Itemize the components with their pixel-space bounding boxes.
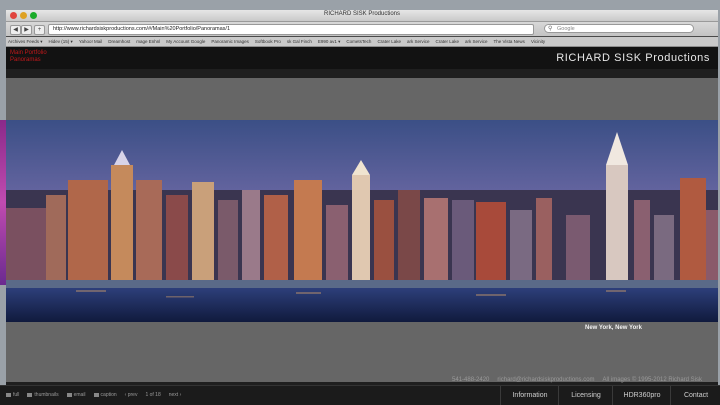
bookmark-item[interactable]: ark Service <box>407 37 430 46</box>
full-control[interactable]: full <box>6 392 19 398</box>
caption-label: caption <box>100 392 117 398</box>
bookmark-item[interactable]: ark Service <box>465 37 488 46</box>
site-bottom-bar: full thumbnails email caption ‹ prev 1 o… <box>0 385 720 405</box>
email-control[interactable]: email <box>66 392 86 398</box>
title-bar: RICHARD SISK Productions <box>6 10 718 22</box>
image-counter: 1 of 18 <box>145 392 161 398</box>
search-field[interactable]: ⚲ Google <box>544 24 694 33</box>
fullscreen-icon <box>6 392 11 397</box>
nav-information[interactable]: Information <box>500 386 559 405</box>
nav-licensing[interactable]: Licensing <box>558 386 613 405</box>
bookmarks-bar: Archives Feeds ▾ Hidev (15) ▾ Yahoo! Mail D… <box>6 37 718 47</box>
bookmark-item[interactable]: Hidev (15) ▾ <box>49 37 73 46</box>
footer-copyright: All images © 1995-2012 Richard Sisk <box>602 377 702 383</box>
footer-email-link[interactable]: richard@richardsiskproductions.com <box>497 377 594 383</box>
website-content: Main Portfolio Panoramas RICHARD SISK Pr… <box>6 47 718 404</box>
menu-link-panoramas[interactable]: Panoramas <box>10 57 41 63</box>
thumbnails-label: thumbnails <box>34 392 59 398</box>
site-footer-info: 541-488-2420 richard@richardsiskproducti… <box>452 377 702 383</box>
river <box>6 288 718 322</box>
browser-window: RICHARD SISK Productions ◀ ▶ + http://ww… <box>6 10 718 404</box>
prev-button[interactable]: ‹ prev <box>125 392 138 398</box>
back-button[interactable]: ◀ <box>10 25 21 35</box>
bookmark-item[interactable]: E990 av1 ▾ <box>318 37 341 46</box>
bookmark-item[interactable]: sk Gal Finch <box>287 37 312 46</box>
full-label: full <box>13 392 20 398</box>
menu-link-main-portfolio[interactable]: Main Portfolio <box>10 50 47 56</box>
bookmark-item[interactable]: Dreamhost <box>108 37 130 46</box>
email-label: email <box>73 392 86 398</box>
grid-icon <box>27 392 33 397</box>
photo-caption: New York, New York <box>585 325 642 331</box>
next-button[interactable]: next › <box>169 392 182 398</box>
bookmark-item[interactable]: My Account Google <box>166 37 205 46</box>
bookmark-item[interactable]: The Vista News <box>494 37 525 46</box>
thumbnails-control[interactable]: thumbnails <box>27 392 59 398</box>
bookmark-item[interactable]: Panoramic Images <box>211 37 249 46</box>
site-header: Main Portfolio Panoramas RICHARD SISK Pr… <box>6 47 718 69</box>
panorama-photo <box>6 120 718 322</box>
site-brand-logo[interactable]: RICHARD SISK Productions <box>556 52 710 64</box>
caption-control[interactable]: caption <box>93 392 117 398</box>
browser-toolbar: ◀ ▶ + http://www.richardsiskproductions.… <box>6 22 718 36</box>
forward-button[interactable]: ▶ <box>21 25 32 35</box>
desktop-edge-highlight <box>0 120 6 285</box>
caption-icon <box>93 392 99 397</box>
footer-phone: 541-488-2420 <box>452 377 490 383</box>
nav-hdr360pro[interactable]: HDR360pro <box>612 386 671 405</box>
search-placeholder: Google <box>557 26 575 32</box>
window-title: RICHARD SISK Productions <box>323 11 401 17</box>
bookmark-item[interactable]: Archives Feeds ▾ <box>8 37 43 46</box>
address-bar[interactable]: http://www.richardsiskproductions.com/#/… <box>48 24 534 35</box>
bookmark-item[interactable]: Crater Lake <box>377 37 401 46</box>
search-icon: ⚲ <box>548 26 553 32</box>
bookmark-item[interactable]: CometsTech <box>346 37 371 46</box>
bookmark-item[interactable]: Vicinity <box>531 37 545 46</box>
gallery-controls: full thumbnails email caption ‹ prev 1 o… <box>6 392 181 398</box>
gray-band-bottom <box>6 322 718 382</box>
add-bookmark-button[interactable]: + <box>34 25 45 35</box>
bookmark-item[interactable]: Crater Lake <box>435 37 459 46</box>
envelope-icon <box>66 392 72 397</box>
nav-contact[interactable]: Contact <box>670 386 720 405</box>
bookmark-item[interactable]: Softbook Pro <box>255 37 281 46</box>
bookmark-item[interactable]: mage Enhnl <box>136 37 160 46</box>
bookmark-item[interactable]: Yahoo! Mail <box>79 37 102 46</box>
